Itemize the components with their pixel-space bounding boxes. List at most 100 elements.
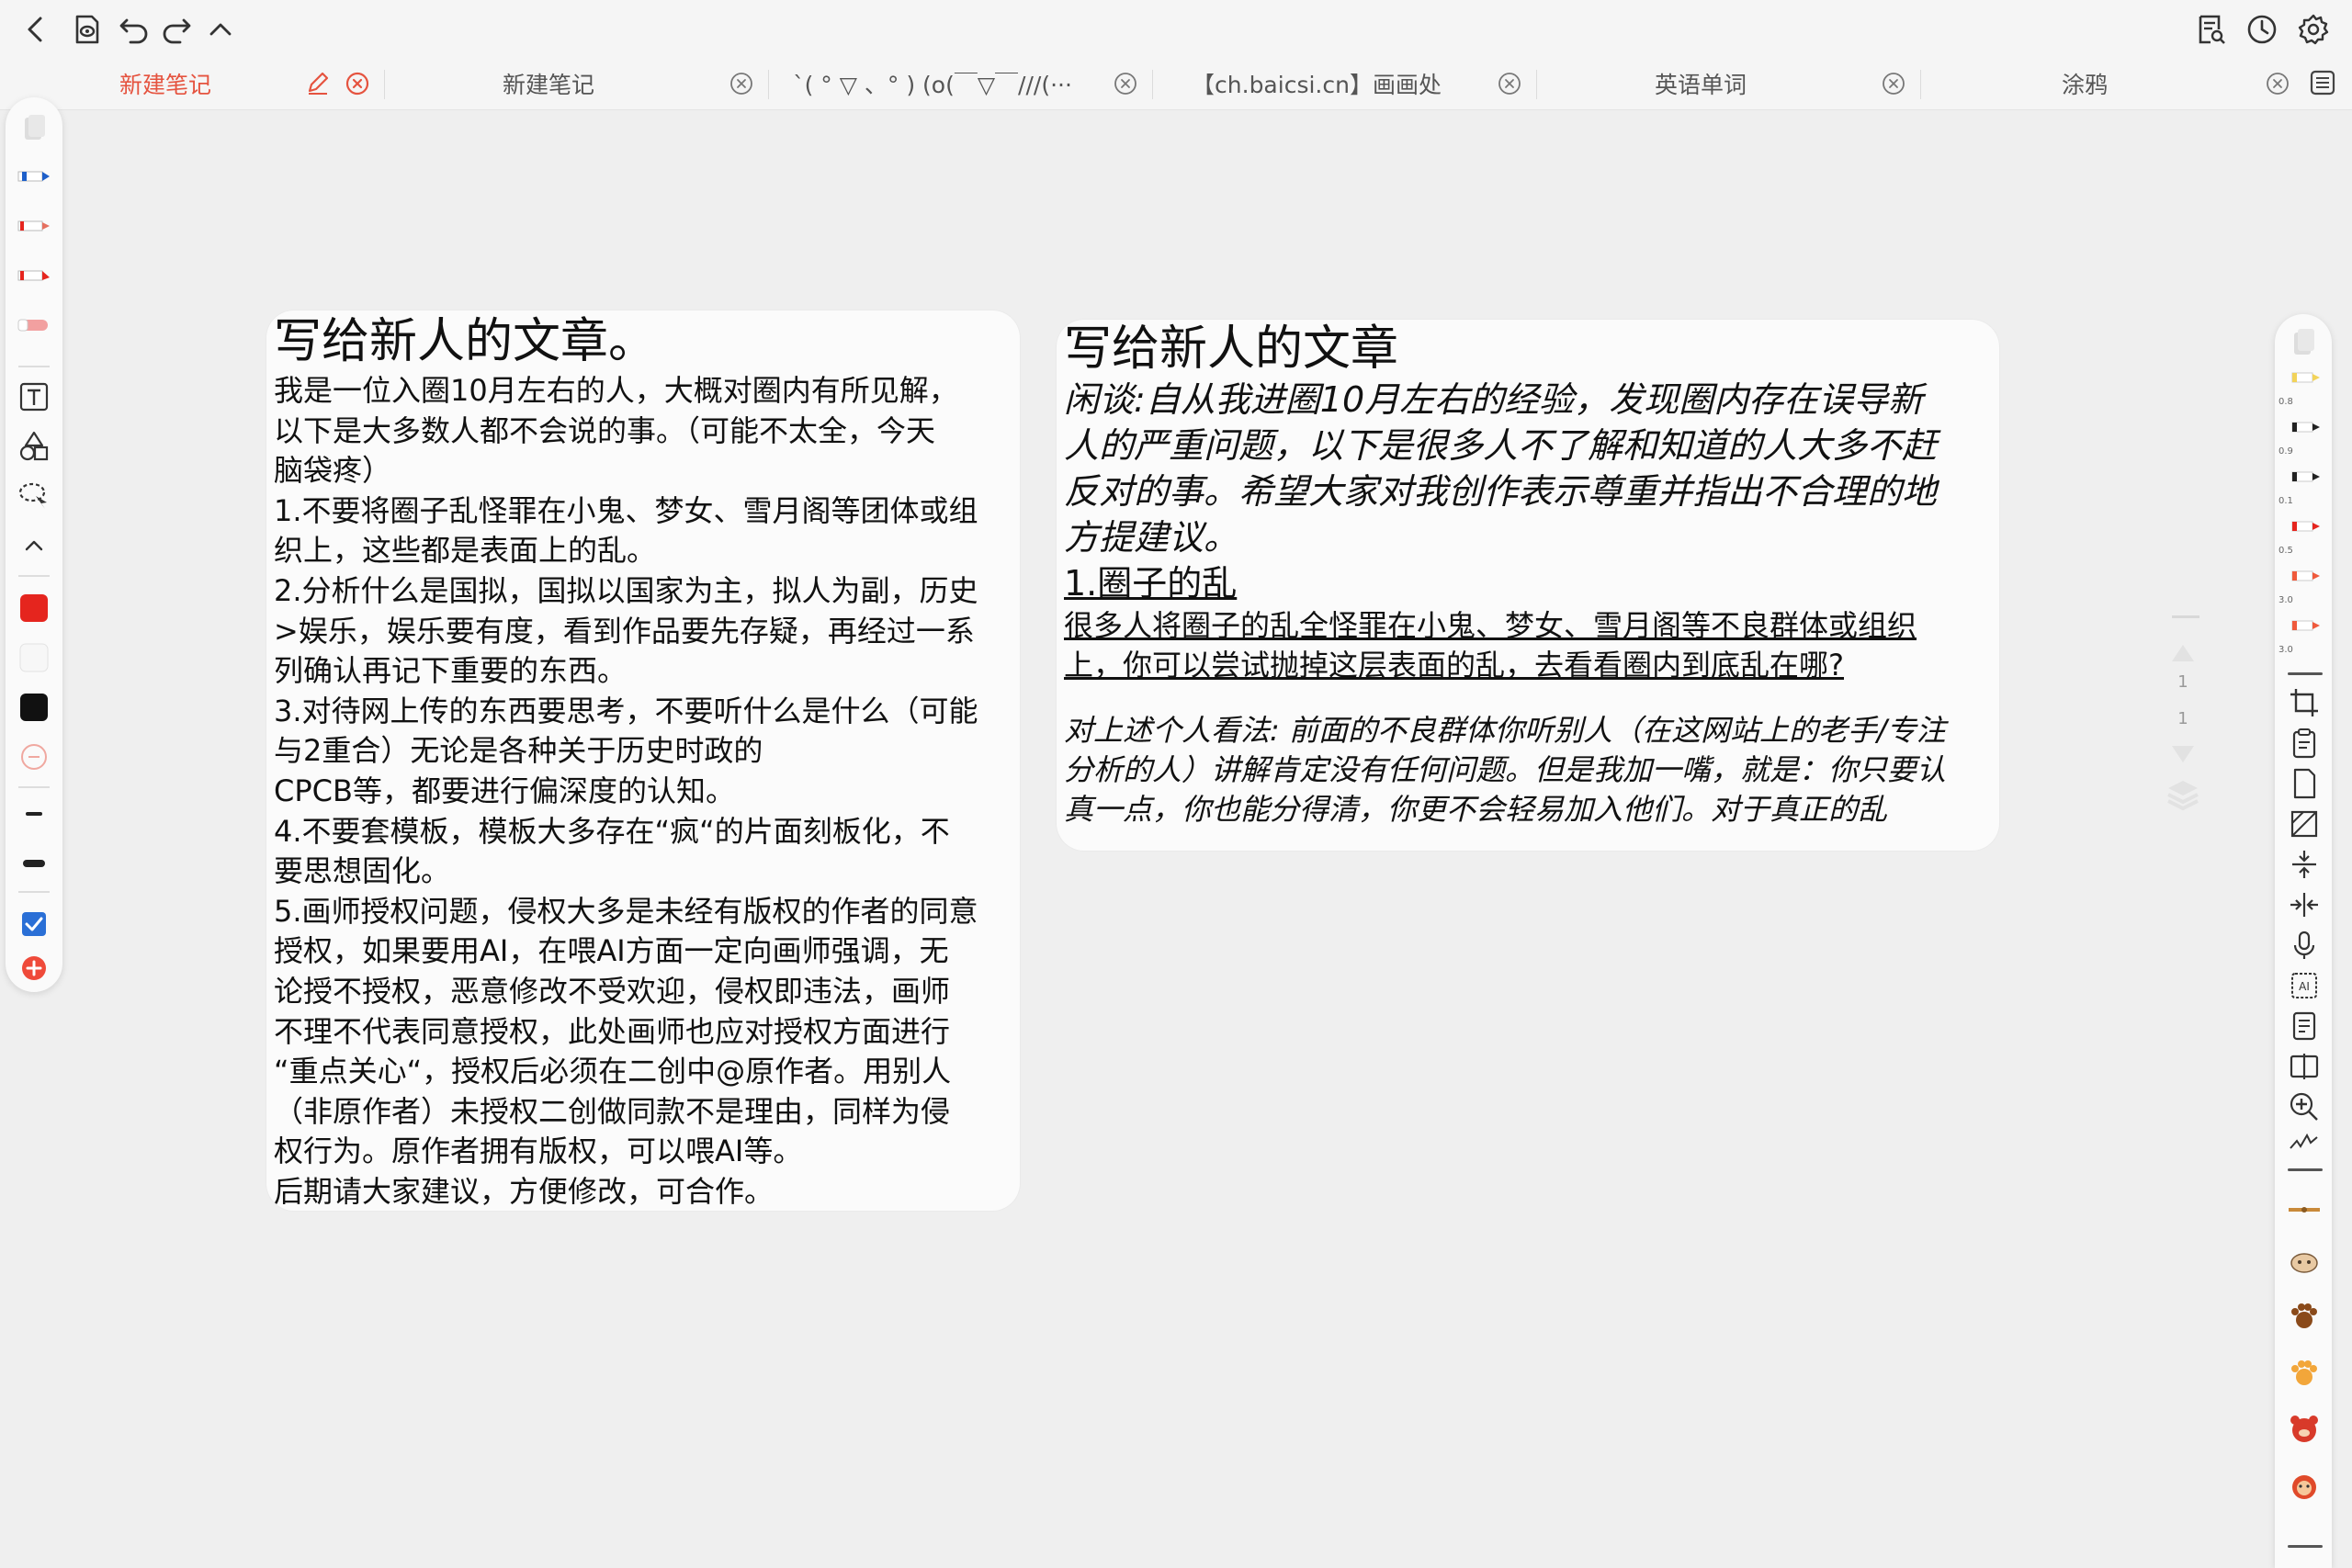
note-line: CPCB等，都要进行偏深度的认知。 bbox=[274, 773, 735, 808]
color-swatch-red[interactable] bbox=[14, 588, 54, 628]
section-heading: 1.圈子的乱 bbox=[1064, 563, 1238, 604]
close-tab-icon[interactable] bbox=[1498, 72, 1521, 96]
page-background-icon[interactable] bbox=[2285, 805, 2324, 843]
page-thumbnail-icon[interactable] bbox=[14, 108, 54, 149]
pen-preset-3-icon[interactable] bbox=[2285, 457, 2324, 496]
ruler-icon[interactable] bbox=[2285, 1190, 2324, 1229]
layers-icon[interactable] bbox=[2166, 777, 2199, 814]
note-line: 4.不要套模板，模板大多存在“疯“的片面刻板化，不 bbox=[274, 813, 950, 849]
lasso-select-icon[interactable] bbox=[14, 476, 54, 516]
tab-note-4[interactable]: 【ch.baicsi.cn】画画处 bbox=[1152, 57, 1536, 110]
collapse-up-icon[interactable] bbox=[200, 9, 241, 50]
tab-label: 涂鸦 bbox=[2061, 72, 2108, 98]
note-body: 我是一位入圈10月左右的人，大概对圈内有所见解， 以下是大多数人都不会说的事。（… bbox=[274, 371, 1020, 1212]
remove-color-icon[interactable] bbox=[14, 737, 54, 777]
undo-icon[interactable] bbox=[114, 9, 154, 50]
note-card-right[interactable]: 写给新人的文章 闲谈:自从我进圈10月左右的经验，发现圈内存在误导新 人的严重问… bbox=[1057, 320, 1999, 851]
color-swatch-black[interactable] bbox=[14, 687, 54, 728]
pen-preset-2-icon[interactable] bbox=[2285, 408, 2324, 446]
marker-red-icon[interactable] bbox=[14, 255, 54, 296]
stroke-thick-icon[interactable] bbox=[14, 843, 54, 884]
pen-preset-5-icon[interactable] bbox=[2285, 557, 2324, 595]
tab-note-2[interactable]: 新建笔记 bbox=[384, 57, 768, 110]
divider bbox=[2288, 672, 2323, 675]
sticker-cat-icon[interactable] bbox=[2285, 1242, 2324, 1280]
history-clock-icon[interactable] bbox=[2242, 9, 2282, 50]
tab-label: 【ch.baicsi.cn】画画处 bbox=[1192, 72, 1442, 98]
pen-preset-4-icon[interactable] bbox=[2285, 507, 2324, 546]
sticker-paw-brown-icon[interactable] bbox=[2285, 1297, 2324, 1336]
color-swatch-white[interactable] bbox=[14, 637, 54, 678]
crop-icon[interactable] bbox=[2285, 683, 2324, 722]
checkbox-checked-icon[interactable] bbox=[14, 904, 54, 944]
note-intro: 闲谈:自从我进圈10月左右的经验，发现圈内存在误导新 人的严重问题，以下是很多人… bbox=[1064, 377, 1999, 560]
blank-page-icon[interactable] bbox=[2285, 764, 2324, 803]
pen-red-icon[interactable] bbox=[14, 206, 54, 246]
note-line: “重点关心“，授权后必须在二创中@原作者。用别人 bbox=[274, 1054, 952, 1089]
ai-assistant-icon[interactable]: AI bbox=[2285, 966, 2324, 1005]
settings-gear-icon[interactable] bbox=[2293, 9, 2334, 50]
note-title: 写给新人的文章。 bbox=[274, 314, 657, 369]
preview-icon[interactable] bbox=[66, 9, 107, 50]
horizontal-spacing-icon[interactable] bbox=[2285, 886, 2324, 924]
tab-note-6[interactable]: 涂鸦 bbox=[1920, 57, 2304, 110]
note-line: 方提建议。 bbox=[1064, 517, 1239, 558]
redo-icon[interactable] bbox=[156, 9, 197, 50]
tab-note-3[interactable]: `( ° ▽ 、° ) (o(￣▽￣///(··· bbox=[768, 57, 1152, 110]
note-line: 织上，这些都是表面上的乱。 bbox=[274, 533, 657, 569]
note-line: 不理不代表同意授权，此处画师也应对授权方面进行 bbox=[274, 1013, 951, 1049]
pen-size-label: 0.5 bbox=[2278, 546, 2293, 556]
split-view-icon[interactable] bbox=[2285, 1047, 2324, 1086]
add-tool-icon[interactable] bbox=[14, 948, 54, 988]
notes-search-icon[interactable] bbox=[2190, 9, 2231, 50]
note-line: 闲谈:自从我进圈10月左右的经验，发现圈内存在误导新 bbox=[1064, 379, 1924, 420]
page-thumbnail-icon[interactable] bbox=[2285, 323, 2324, 362]
handwriting-icon[interactable] bbox=[2285, 1122, 2324, 1161]
microphone-icon[interactable] bbox=[2285, 926, 2324, 964]
note-line: 权行为。原作者拥有版权，可以喂AI等。 bbox=[274, 1134, 803, 1169]
pen-preset-1-icon[interactable] bbox=[2285, 358, 2324, 397]
note-line: 1.不要将圈子乱怪罪在小鬼、梦女、雪月阁等团体或组 bbox=[274, 492, 978, 528]
note-line: >娱乐，娱乐要有度，看到作品要先存疑，再经过一系 bbox=[274, 613, 975, 649]
close-tab-icon[interactable] bbox=[345, 72, 369, 96]
clipboard-icon[interactable] bbox=[2285, 724, 2324, 762]
vertical-spacing-icon[interactable] bbox=[2285, 845, 2324, 884]
note-line: 上，你可以尝试抛掉这层表面的乱，去看看圈内到底乱在哪? bbox=[1064, 648, 1844, 682]
eraser-icon[interactable] bbox=[14, 305, 54, 345]
tab-note-5[interactable]: 英语单词 bbox=[1536, 57, 1920, 110]
text-tool-icon[interactable] bbox=[14, 377, 54, 417]
page-up-icon[interactable] bbox=[2168, 641, 2198, 665]
tab-bar: 新建笔记 新建笔记 `( ° ▽ 、° ) (o(￣▽￣///(··· 【ch.… bbox=[0, 57, 2352, 110]
fountain-pen-blue-icon[interactable] bbox=[14, 156, 54, 197]
back-icon[interactable] bbox=[17, 9, 57, 50]
divider bbox=[18, 366, 50, 367]
pen-preset-6-icon[interactable] bbox=[2285, 606, 2324, 645]
note-line: 很多人将圈子的乱全怪罪在小鬼、梦女、雪月阁等不良群体或组织 bbox=[1064, 608, 1917, 643]
collapse-tools-icon[interactable] bbox=[14, 525, 54, 566]
sticker-bear-face-icon[interactable] bbox=[2285, 1466, 2324, 1505]
note-card-left[interactable]: 写给新人的文章。 我是一位入圈10月左右的人，大概对圈内有所见解， 以下是大多数… bbox=[266, 310, 1020, 1211]
note-line: 要思想固化。 bbox=[274, 853, 451, 889]
close-tab-icon[interactable] bbox=[2266, 72, 2290, 96]
underlined-paragraph: 很多人将圈子的乱全怪罪在小鬼、梦女、雪月阁等不良群体或组织 上，你可以尝试抛掉这… bbox=[1064, 606, 1999, 685]
page-down-icon[interactable] bbox=[2168, 742, 2198, 766]
pen-size-label: 3.0 bbox=[2278, 595, 2293, 605]
close-tab-icon[interactable] bbox=[729, 72, 753, 96]
edit-pencil-icon[interactable] bbox=[305, 70, 331, 96]
close-tab-icon[interactable] bbox=[1882, 72, 1905, 96]
tab-note-1[interactable]: 新建笔记 bbox=[0, 57, 384, 110]
note-list-icon[interactable] bbox=[2285, 1007, 2324, 1045]
pen-size-label: 3.0 bbox=[2278, 645, 2293, 655]
zoom-in-icon[interactable] bbox=[2285, 1088, 2324, 1126]
shapes-tool-icon[interactable] bbox=[14, 426, 54, 467]
sticker-paw-orange-icon[interactable] bbox=[2285, 1354, 2324, 1393]
divider bbox=[2288, 1168, 2323, 1171]
tab-list-icon[interactable] bbox=[2302, 62, 2343, 103]
right-tool-palette: 0.8 0.9 0.1 0.5 3.0 3.0 AI bbox=[2275, 314, 2332, 1568]
sticker-bear-red-icon[interactable] bbox=[2285, 1409, 2324, 1448]
left-tool-palette bbox=[6, 97, 62, 992]
close-tab-icon[interactable] bbox=[1114, 72, 1137, 96]
stroke-thin-icon[interactable] bbox=[14, 794, 54, 834]
divider bbox=[2288, 1545, 2323, 1548]
note-line: 与2重合）无论是各种关于历史时政的 bbox=[274, 733, 763, 769]
